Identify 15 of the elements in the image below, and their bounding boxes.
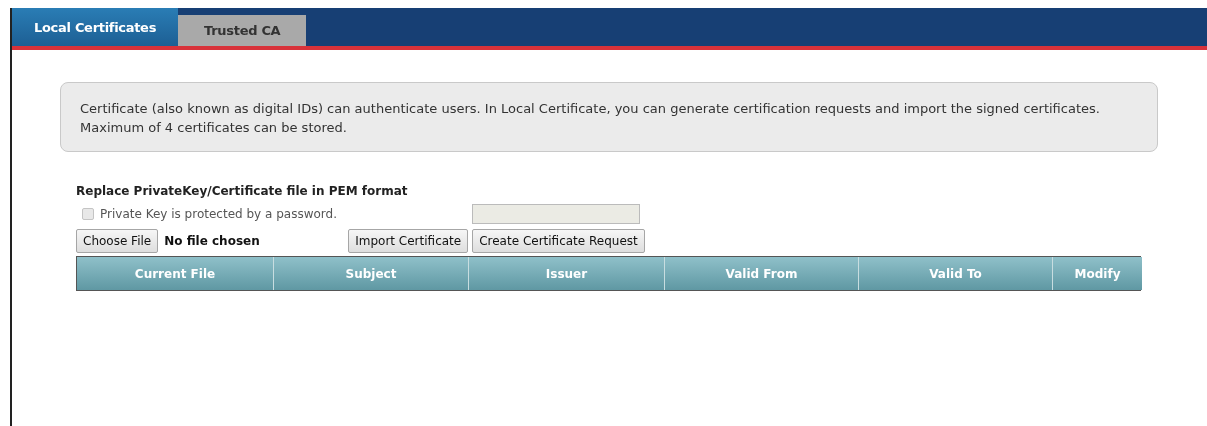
section-title: Replace PrivateKey/Certificate file in PEM format [76, 184, 409, 198]
column-header: Current File [77, 257, 273, 290]
tab[interactable]: Local Certificates [12, 8, 179, 46]
action-button[interactable]: Import Certificate [348, 229, 469, 253]
info-message: Certificate (also known as digital IDs) can authenticate users. In Local Certificate, you can generate certification requests and import the signed certificates. Maximum of 4 certificates can be stored. [60, 82, 1158, 152]
column-header: Modify [1052, 257, 1142, 290]
column-header: Subject [273, 257, 468, 290]
column-header: Valid To [858, 257, 1052, 290]
tab[interactable]: Trusted CA [178, 15, 307, 46]
checkbox-label: Private Key is protected by a password. [100, 207, 337, 221]
action-button[interactable]: Create Certificate Request [472, 229, 645, 253]
file-status: No file chosen [164, 234, 261, 248]
column-header: Valid From [664, 257, 858, 290]
column-header: Issuer [468, 257, 664, 290]
choose-file-button[interactable]: Choose File [76, 229, 159, 253]
